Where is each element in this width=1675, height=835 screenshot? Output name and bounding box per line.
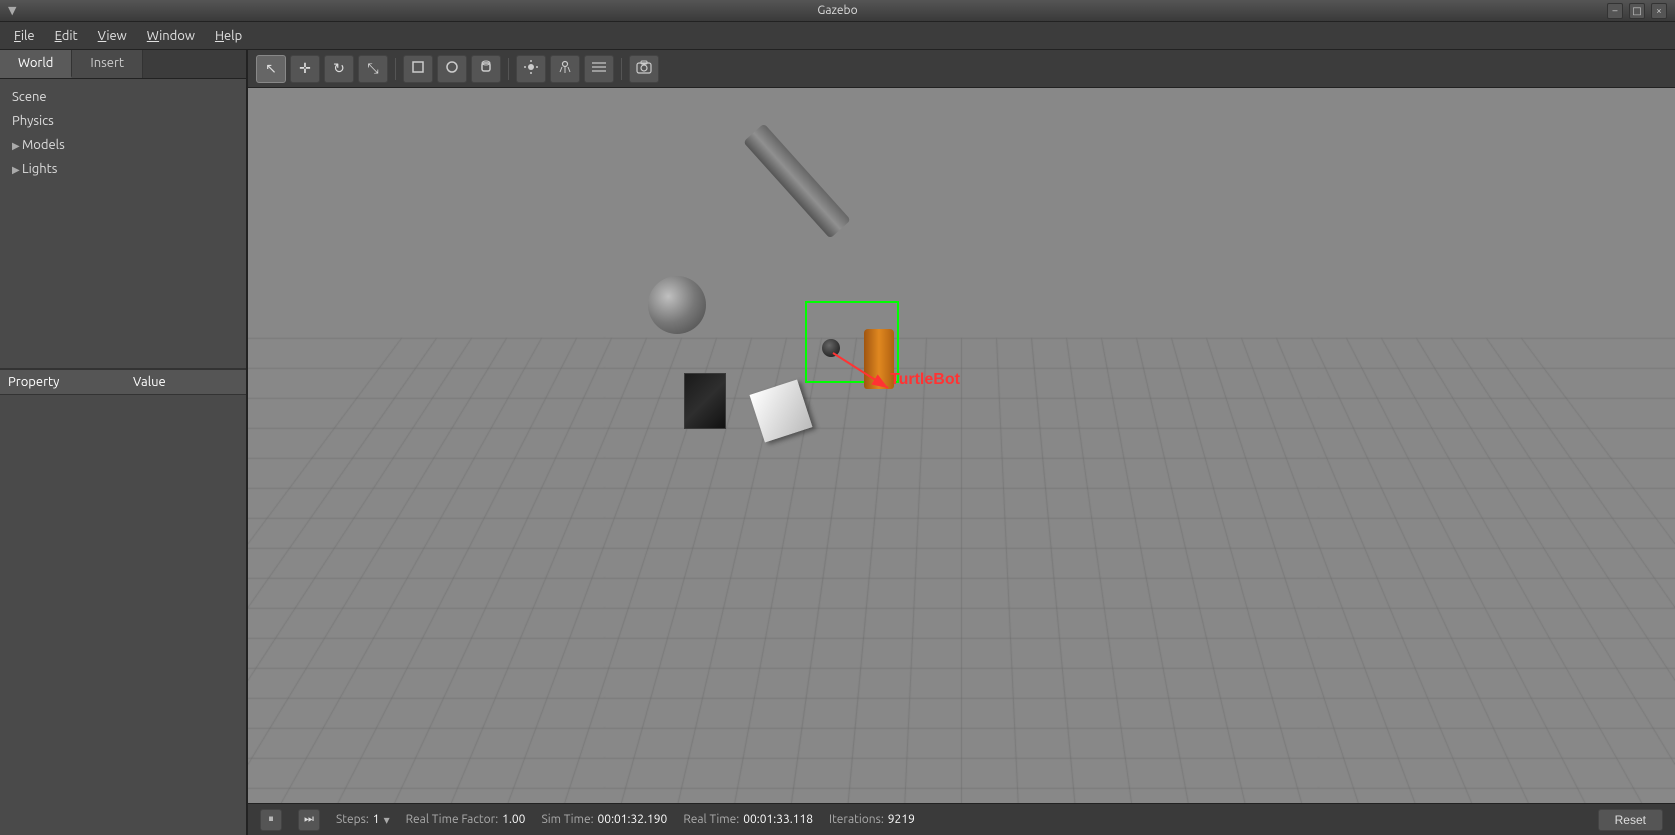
directional-light-icon	[591, 59, 607, 78]
sphere-icon	[445, 60, 459, 77]
steps-value: 1	[373, 813, 380, 826]
real-time-factor-display: Real Time Factor: 1.00	[406, 813, 526, 826]
directional-light-button[interactable]	[584, 55, 614, 83]
rotate-icon: ↻	[333, 60, 345, 77]
cursor-icon: ↖	[265, 60, 277, 77]
point-light-button[interactable]	[516, 55, 546, 83]
step-icon: ⏭	[304, 813, 314, 826]
maximize-button[interactable]: □	[1629, 3, 1645, 19]
property-col-header: Property	[8, 375, 113, 389]
real-time-value: 00:01:33.118	[743, 813, 813, 826]
iterations-label: Iterations:	[829, 813, 884, 826]
tab-insert[interactable]: Insert	[72, 50, 143, 78]
real-time-label: Real Time:	[683, 813, 739, 826]
panel-tabs: World Insert	[0, 50, 246, 79]
sim-time-value: 00:01:32.190	[598, 813, 668, 826]
world-tree: Scene Physics Models Lights	[0, 79, 246, 368]
tree-item-physics[interactable]: Physics	[0, 109, 246, 133]
spot-light-icon	[557, 59, 573, 78]
scale-tool-button[interactable]: ⤡	[358, 55, 388, 83]
close-button[interactable]: ×	[1651, 3, 1667, 19]
sim-time-label: Sim Time:	[541, 813, 593, 826]
property-header: Property Value	[0, 370, 246, 395]
separator-1	[395, 58, 396, 80]
real-time-display: Real Time: 00:01:33.118	[683, 813, 813, 826]
property-body	[0, 395, 246, 835]
pause-icon: ⏸	[268, 813, 274, 826]
grid-canvas	[248, 88, 1675, 803]
camera-icon	[636, 60, 652, 77]
tree-item-scene[interactable]: Scene	[0, 85, 246, 109]
sphere-button[interactable]	[437, 55, 467, 83]
menu-bar: File Edit View Window Help	[0, 22, 1675, 50]
cylinder-icon	[479, 60, 493, 77]
steps-dropdown-icon[interactable]: ▾	[384, 813, 390, 827]
menu-view[interactable]: View	[88, 25, 137, 47]
menu-edit[interactable]: Edit	[45, 25, 88, 47]
rtf-label: Real Time Factor:	[406, 813, 499, 826]
step-button[interactable]: ⏭	[298, 809, 320, 831]
menu-window[interactable]: Window	[137, 25, 205, 47]
tree-item-lights[interactable]: Lights	[0, 157, 246, 181]
point-light-icon	[523, 59, 539, 78]
spot-light-button[interactable]	[550, 55, 580, 83]
value-col-header: Value	[113, 375, 238, 389]
separator-2	[508, 58, 509, 80]
iterations-value: 9219	[888, 813, 915, 826]
box-button[interactable]	[403, 55, 433, 83]
title-bar: ▼ Gazebo – □ ×	[0, 0, 1675, 22]
left-panel: World Insert Scene Physics Models Lights	[0, 50, 248, 835]
translate-tool-button[interactable]: ✛	[290, 55, 320, 83]
tree-item-models[interactable]: Models	[0, 133, 246, 157]
status-bar: ⏸ ⏭ Steps: 1 ▾ Real Time Factor: 1.00 Si…	[248, 803, 1675, 835]
scale-icon: ⤡	[367, 60, 378, 77]
toolbar: ↖ ✛ ↻ ⤡	[248, 50, 1675, 88]
steps-label: Steps:	[336, 813, 369, 826]
minimize-button[interactable]: –	[1607, 3, 1623, 19]
steps-control: Steps: 1 ▾	[336, 813, 390, 827]
menu-help[interactable]: Help	[205, 25, 252, 47]
cylinder-button[interactable]	[471, 55, 501, 83]
property-panel: Property Value	[0, 368, 246, 835]
window-title: Gazebo	[68, 4, 1607, 17]
reset-button[interactable]: Reset	[1598, 809, 1663, 831]
select-tool-button[interactable]: ↖	[256, 55, 286, 83]
sim-time-display: Sim Time: 00:01:32.190	[541, 813, 667, 826]
separator-3	[621, 58, 622, 80]
pause-button[interactable]: ⏸	[260, 809, 282, 831]
viewport[interactable]: ↖ ✛ ↻ ⤡	[248, 50, 1675, 835]
iterations-display: Iterations: 9219	[829, 813, 915, 826]
rtf-value: 1.00	[502, 813, 525, 826]
3d-scene[interactable]: TurtleBot	[248, 88, 1675, 803]
box-icon	[411, 60, 425, 77]
rotate-tool-button[interactable]: ↻	[324, 55, 354, 83]
screenshot-button[interactable]	[629, 55, 659, 83]
tab-world[interactable]: World	[0, 50, 72, 78]
main-area: World Insert Scene Physics Models Lights	[0, 50, 1675, 835]
move-icon: ✛	[299, 60, 311, 77]
menu-file[interactable]: File	[4, 25, 45, 47]
